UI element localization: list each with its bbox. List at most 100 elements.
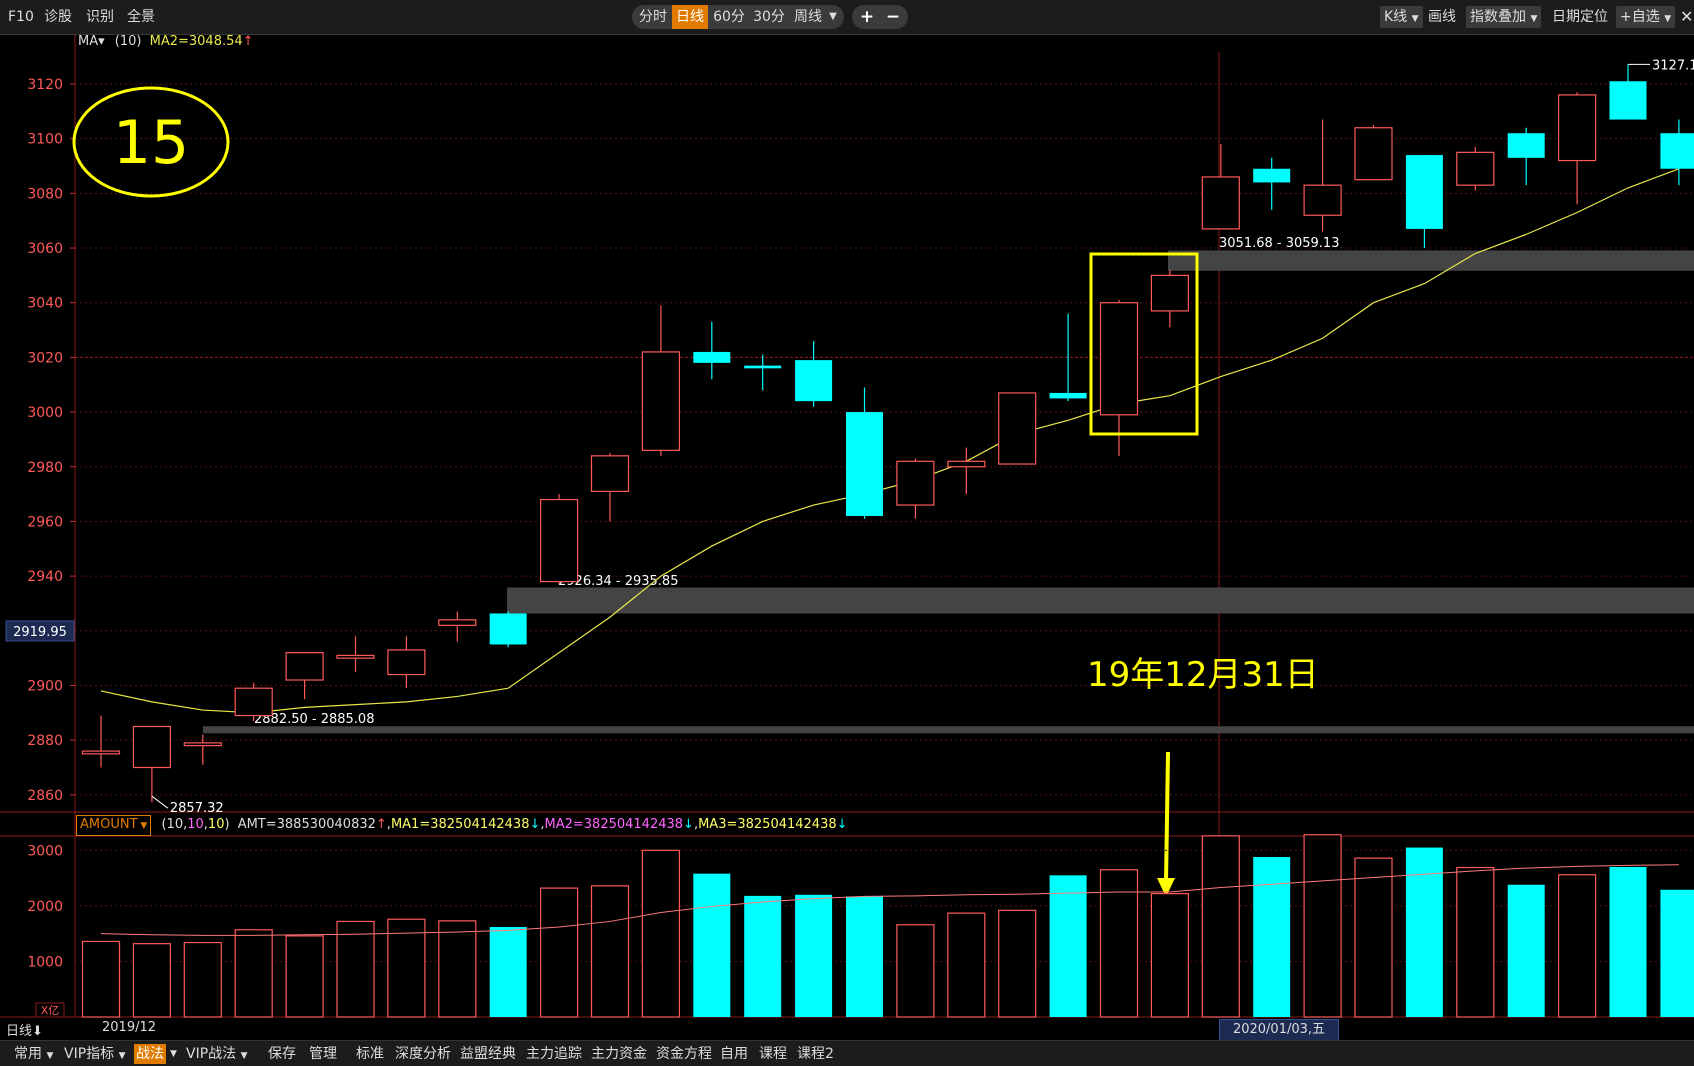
y-tick-label: 3060 bbox=[27, 241, 63, 257]
volume-bar-down bbox=[744, 895, 782, 1017]
volume-bar-up bbox=[285, 935, 324, 1018]
volume-bar-up bbox=[590, 885, 630, 1018]
candle-down bbox=[489, 611, 527, 648]
candle-body bbox=[1660, 133, 1694, 169]
candle-body bbox=[1354, 127, 1393, 181]
y-tick-label: 3100 bbox=[27, 132, 63, 148]
amount-selector[interactable]: AMOUNT ▼ bbox=[76, 815, 152, 836]
gap-zone bbox=[507, 587, 1694, 614]
candle-body bbox=[1099, 302, 1139, 416]
candle-body bbox=[1609, 81, 1647, 120]
tab-deep-analysis[interactable]: 深度分析 bbox=[395, 1044, 451, 1064]
candle-down bbox=[1660, 119, 1694, 186]
tab-main-force-track[interactable]: 主力追踪 bbox=[526, 1044, 582, 1064]
volume-bar-up bbox=[1150, 893, 1190, 1018]
candle-body bbox=[1456, 151, 1495, 186]
candle-body bbox=[81, 750, 121, 755]
y-tick-label: 3000 bbox=[27, 405, 63, 421]
candle-up bbox=[1150, 269, 1190, 328]
candle-up bbox=[183, 734, 222, 765]
y-tick-label: 3080 bbox=[27, 186, 63, 202]
chart-canvas[interactable]: 2860288029002920294029602980300030203040… bbox=[0, 0, 1694, 1065]
candle-body bbox=[1150, 274, 1190, 312]
volume-bar-up bbox=[896, 924, 935, 1018]
candle-body bbox=[744, 365, 782, 369]
candle-up bbox=[1557, 92, 1597, 205]
candle-up bbox=[998, 392, 1037, 465]
bottom-toolbar: 常用 ▼ VIP指标 ▼ 战法 ▼ VIP战法 ▼ 保存 管理 标准 深度分析 … bbox=[0, 1040, 1694, 1066]
tab-vip-indicator[interactable]: VIP指标 ▼ bbox=[64, 1044, 126, 1064]
volume-bar-down bbox=[1660, 889, 1694, 1017]
candle-up bbox=[387, 636, 426, 689]
amt-value: AMT=388530040832 bbox=[237, 817, 376, 832]
candle-body bbox=[336, 654, 375, 659]
ma3-value: MA3=382504142438 bbox=[698, 817, 837, 832]
date-axis-bar: 日线⬇ 2019/12 2020/01/03,五 bbox=[0, 1019, 1694, 1041]
y-tick-label: 3020 bbox=[27, 350, 63, 366]
candle-body bbox=[132, 725, 171, 769]
y-tick-label: 2940 bbox=[27, 569, 63, 585]
volume-tick-label: 1000 bbox=[27, 954, 63, 970]
volume-bar-down bbox=[1253, 856, 1291, 1017]
chevron-down-icon[interactable]: ▼ bbox=[170, 1044, 177, 1064]
candle-up bbox=[590, 453, 630, 522]
volume-bar-down bbox=[846, 896, 883, 1017]
tab-vip-strategy[interactable]: VIP战法 ▼ bbox=[186, 1044, 248, 1064]
y-tick-label: 2980 bbox=[27, 460, 63, 476]
low-label: 2857.32 bbox=[170, 801, 224, 816]
y-tick-label: 2880 bbox=[27, 733, 63, 749]
volume-bar-up bbox=[947, 912, 986, 1018]
candle-body bbox=[1405, 155, 1443, 229]
high-label: 3127.17 bbox=[1652, 58, 1694, 73]
amt-arrow: ↑ bbox=[375, 817, 387, 832]
candle-up bbox=[896, 458, 935, 519]
ma3-arrow: ↓ bbox=[836, 817, 848, 832]
y-tick-label: 2960 bbox=[27, 514, 63, 530]
candle-up bbox=[641, 305, 681, 456]
volume-legend: AMOUNT ▼ (10,10,10) AMT=388530040832↑,MA… bbox=[76, 815, 848, 836]
tab-course[interactable]: 课程 bbox=[759, 1044, 787, 1064]
candle-up bbox=[1456, 146, 1495, 191]
candle-up bbox=[1354, 125, 1393, 181]
candle-down bbox=[1405, 155, 1443, 249]
candle-body bbox=[846, 412, 883, 516]
candle-body bbox=[438, 619, 477, 626]
volume-tick-label: 3000 bbox=[27, 843, 63, 859]
unit-label: X亿 bbox=[41, 1004, 60, 1017]
cursor-date-label: 2020/01/03,五 bbox=[1219, 1019, 1339, 1041]
candle-body bbox=[489, 613, 527, 645]
volume-param-3: 10 bbox=[207, 817, 225, 832]
volume-params-close: ) bbox=[224, 817, 230, 832]
circle-number: 15 bbox=[113, 108, 189, 178]
candle-body bbox=[387, 649, 426, 676]
gap-zone bbox=[203, 726, 1694, 734]
tab-main-force-funds[interactable]: 主力资金 bbox=[591, 1044, 647, 1064]
candle-down bbox=[693, 321, 731, 380]
tab-save[interactable]: 保存 bbox=[268, 1044, 296, 1064]
annotation-arrow bbox=[1164, 751, 1170, 883]
tab-course-2[interactable]: 课程2 bbox=[797, 1044, 834, 1064]
volume-bar-down bbox=[795, 894, 833, 1017]
tab-fund-equation[interactable]: 资金方程 bbox=[656, 1044, 712, 1064]
candle-down bbox=[795, 340, 833, 407]
volume-bar-up bbox=[641, 849, 681, 1018]
volume-bar-down bbox=[1049, 875, 1087, 1017]
tab-common[interactable]: 常用 ▼ bbox=[14, 1044, 53, 1064]
tab-manage[interactable]: 管理 bbox=[309, 1044, 337, 1064]
candle-body bbox=[641, 351, 681, 451]
volume-bar-up bbox=[1557, 874, 1597, 1018]
volume-bar-down bbox=[693, 873, 731, 1017]
candle-body bbox=[947, 460, 986, 468]
candle-up bbox=[1303, 119, 1342, 232]
candle-up bbox=[81, 715, 121, 768]
gap-zone bbox=[1168, 250, 1694, 271]
candle-body bbox=[539, 498, 579, 583]
y-tick-label: 2860 bbox=[27, 788, 63, 804]
tab-custom[interactable]: 自用 bbox=[720, 1044, 748, 1064]
tab-strategy[interactable]: 战法 bbox=[134, 1044, 166, 1064]
candle-body bbox=[285, 652, 324, 681]
tab-standard[interactable]: 标准 bbox=[356, 1044, 384, 1064]
tab-yimeng-classic[interactable]: 益盟经典 bbox=[460, 1044, 516, 1064]
candle-up bbox=[438, 611, 477, 642]
candle-down bbox=[744, 354, 782, 391]
